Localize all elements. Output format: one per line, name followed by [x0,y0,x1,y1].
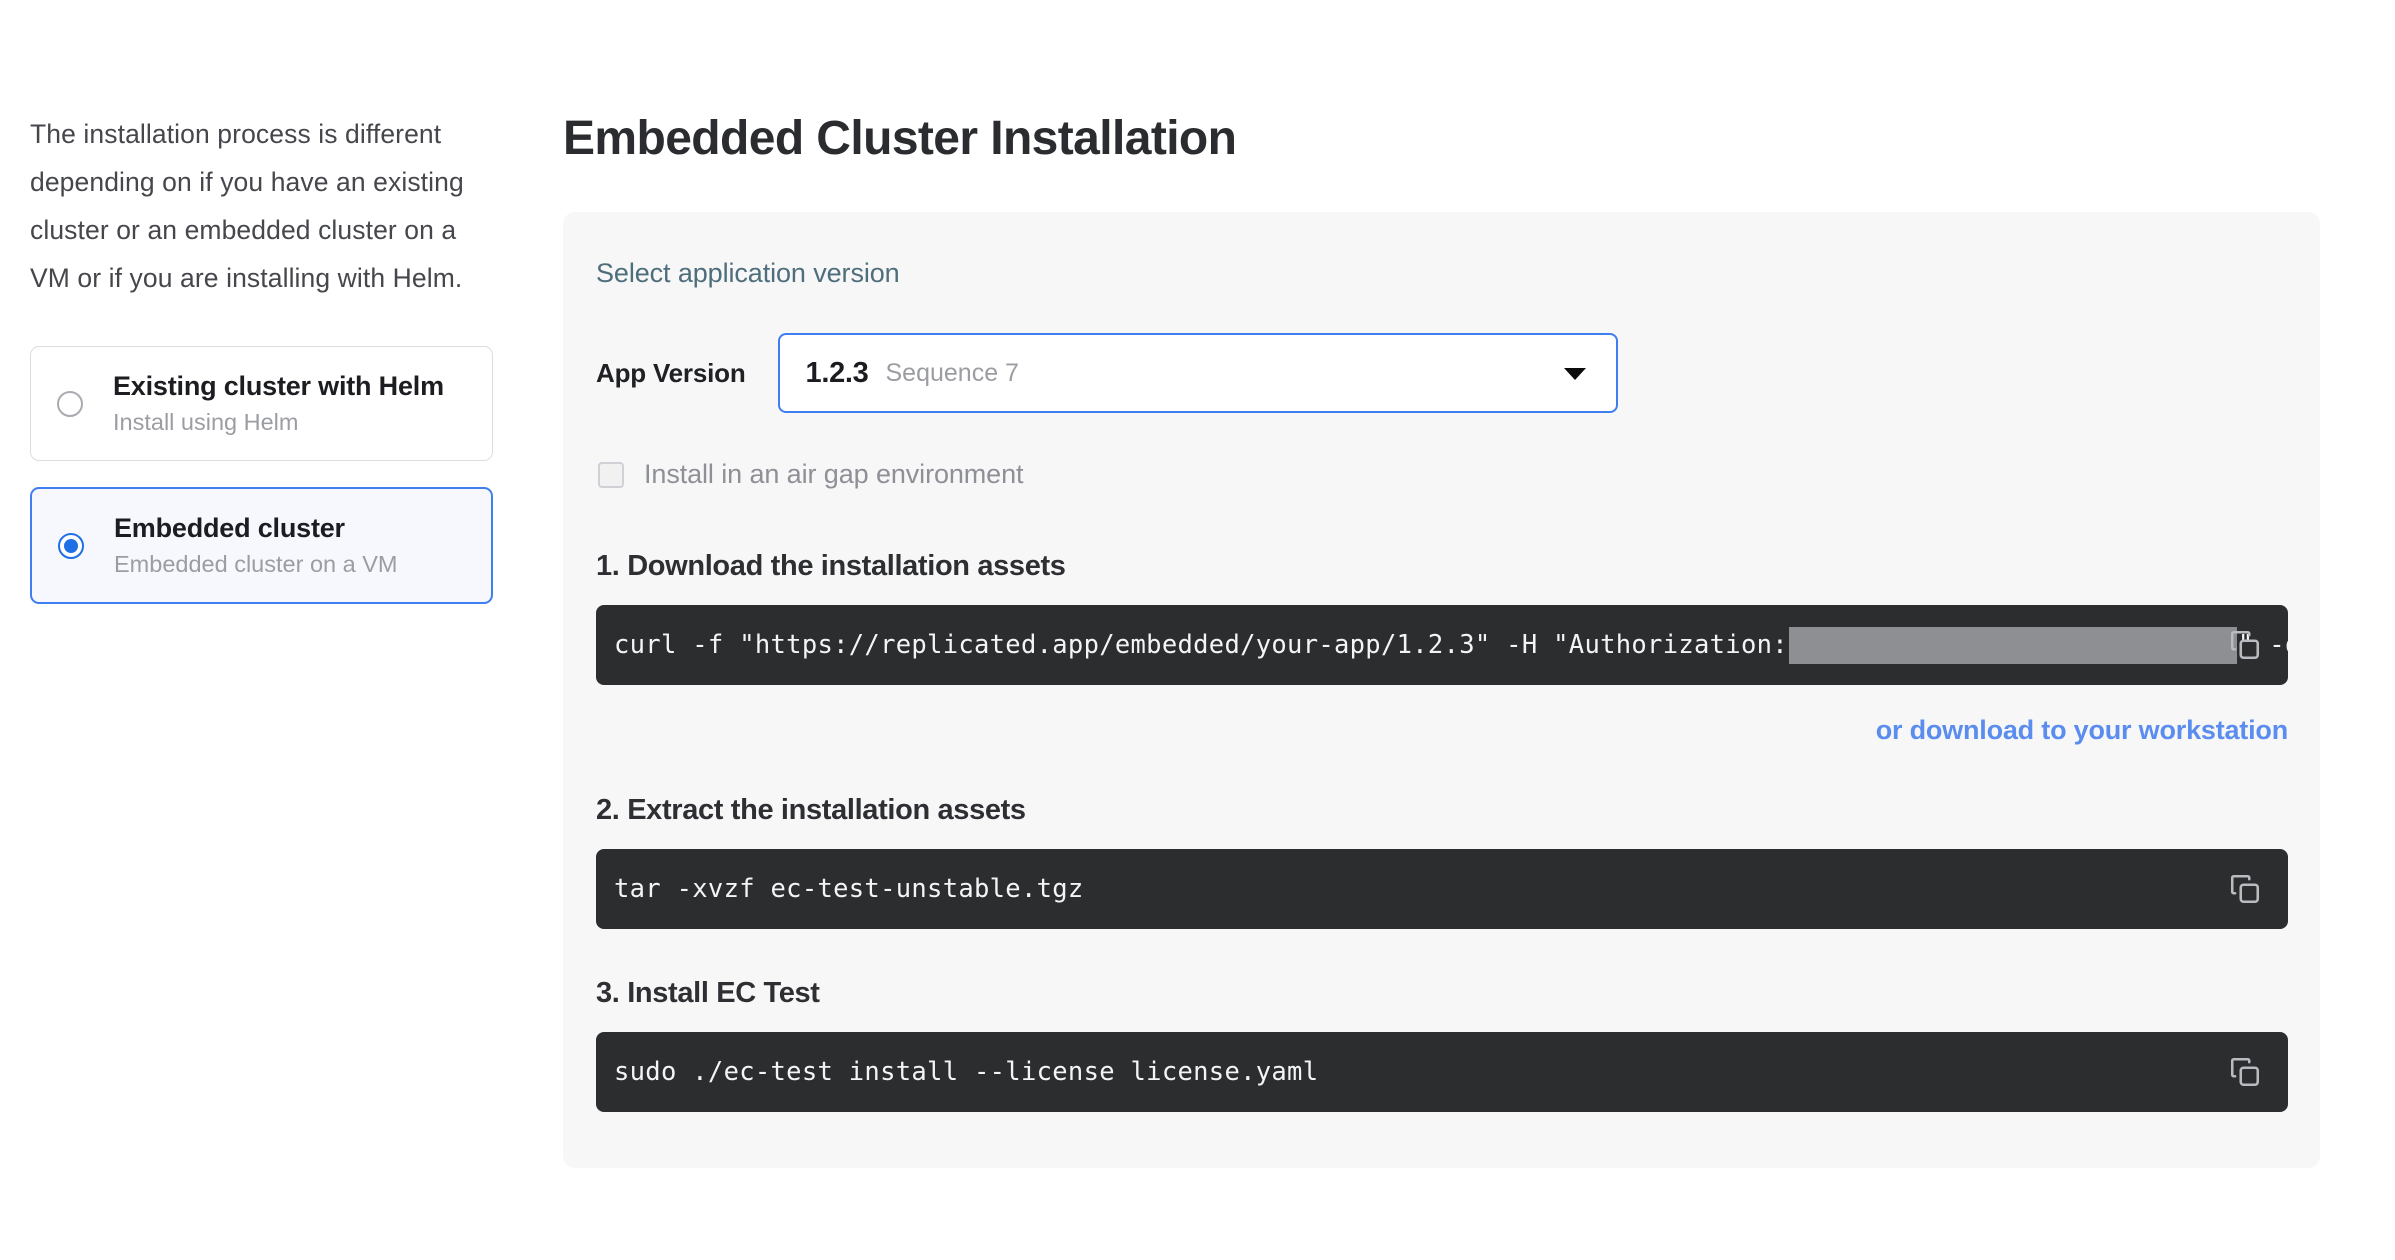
airgap-label: Install in an air gap environment [644,459,1023,490]
app-version-row: App Version 1.2.3 Sequence 7 [596,333,2280,413]
installation-page: The installation process is different de… [0,0,2395,1260]
radio-inner-dot [63,397,77,411]
step-1-command: curl -f "https://replicated.app/embedded… [596,627,2288,664]
airgap-checkbox[interactable] [598,462,624,488]
copy-icon[interactable] [2228,872,2262,906]
copy-icon[interactable] [2228,628,2262,662]
redacted-license-id [1789,627,2237,664]
step-2-title: 2. Extract the installation assets [596,794,2280,827]
option-title: Existing cluster with Helm [113,369,444,403]
app-version-value: 1.2.3 [806,357,869,390]
step-1-title: 1. Download the installation assets [596,550,2280,583]
step-1-code-block[interactable]: curl -f "https://replicated.app/embedded… [596,605,2288,685]
airgap-row[interactable]: Install in an air gap environment [598,459,2280,490]
option-existing-cluster-with-helm[interactable]: Existing cluster with Helm Install using… [30,346,493,461]
copy-icon[interactable] [2228,1055,2262,1089]
app-version-sequence: Sequence 7 [886,359,1019,388]
radio-existing-cluster[interactable] [57,391,83,417]
download-to-workstation-link[interactable]: or download to your workstation [1876,715,2288,746]
step-3: 3. Install EC Test sudo ./ec-test instal… [596,977,2280,1112]
option-title: Embedded cluster [114,511,397,545]
radio-embedded-cluster[interactable] [58,533,84,559]
step-3-code-block[interactable]: sudo ./ec-test install --license license… [596,1032,2288,1112]
radio-inner-dot [64,539,78,553]
step-2-code-block[interactable]: tar -xvzf ec-test-unstable.tgz [596,849,2288,929]
chevron-down-icon [1564,368,1586,380]
step-3-title: 3. Install EC Test [596,977,2280,1010]
step-2: 2. Extract the installation assets tar -… [596,794,2280,929]
app-version-label: App Version [596,358,746,389]
option-subtitle: Embedded cluster on a VM [114,548,397,580]
select-application-version-label: Select application version [596,258,2280,289]
command-prefix: curl -f "https://replicated.app/embedded… [614,630,1788,660]
option-embedded-cluster[interactable]: Embedded cluster Embedded cluster on a V… [30,487,493,604]
install-method-options: Existing cluster with Helm Install using… [30,346,510,604]
option-text-group: Existing cluster with Helm Install using… [113,369,444,438]
download-link-row: or download to your workstation [596,715,2288,746]
install-method-sidebar: The installation process is different de… [30,110,510,630]
option-text-group: Embedded cluster Embedded cluster on a V… [114,511,397,580]
intro-description: The installation process is different de… [30,110,495,302]
main-content: Embedded Cluster Installation Select app… [563,0,2323,1168]
installation-panel: Select application version App Version 1… [563,212,2320,1168]
page-title: Embedded Cluster Installation [563,0,2323,168]
step-3-command: sudo ./ec-test install --license license… [596,1057,1318,1087]
option-subtitle: Install using Helm [113,406,444,438]
step-2-command: tar -xvzf ec-test-unstable.tgz [596,874,1084,904]
step-1: 1. Download the installation assets curl… [596,550,2280,746]
app-version-select[interactable]: 1.2.3 Sequence 7 [778,333,1618,413]
